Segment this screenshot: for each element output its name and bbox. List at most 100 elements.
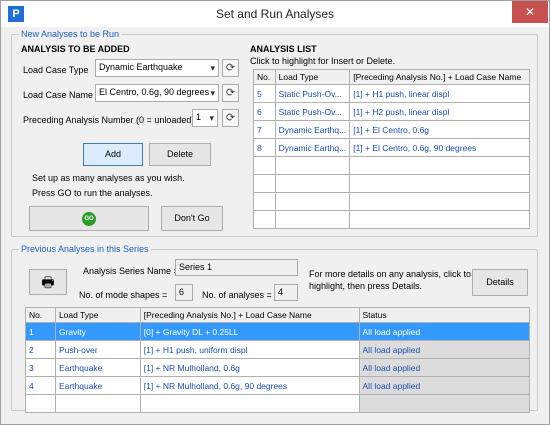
print-button[interactable]: 🖶 bbox=[29, 269, 67, 295]
cell-load-case-name bbox=[349, 192, 530, 211]
go-button[interactable]: GO bbox=[29, 206, 149, 231]
add-button[interactable]: Add bbox=[83, 143, 143, 166]
preceding-select[interactable]: 1 ▾ bbox=[192, 109, 218, 127]
cell-status: All load applied bbox=[358, 358, 531, 377]
cell-no bbox=[253, 210, 276, 229]
column-header-no: No. bbox=[25, 307, 56, 323]
load-case-type-value: Dynamic Earthquake bbox=[99, 62, 183, 72]
series-name-label: Analysis Series Name = bbox=[83, 266, 179, 276]
cell-no: 4 bbox=[25, 376, 56, 395]
table-row[interactable]: 4 Earthquake [1] + NR Mulholland, 0.6g, 90… bbox=[25, 376, 531, 395]
cell-status: All load applied bbox=[358, 340, 531, 359]
cell-load-case-name bbox=[139, 394, 360, 413]
preceding-label: Preceding Analysis Number (0 = unloaded) bbox=[23, 115, 195, 125]
load-case-name-select[interactable]: El Centro, 0.6g, 90 degrees ▾ bbox=[95, 84, 219, 102]
cell-load-type bbox=[274, 210, 351, 229]
series-name-field[interactable]: Series 1 bbox=[175, 259, 298, 276]
cell-load-type bbox=[274, 192, 351, 211]
table-row[interactable]: 7 Dynamic Earthq... [1] + El Centro, 0.6g bbox=[253, 120, 530, 139]
column-header-status: Status bbox=[358, 307, 531, 323]
cell-no: 3 bbox=[25, 358, 56, 377]
cell-no: 7 bbox=[253, 120, 276, 139]
cell-load-case-name: [1] + H2 push, linear displ bbox=[349, 102, 530, 121]
cell-load-case-name bbox=[349, 156, 530, 175]
column-header-no: No. bbox=[253, 69, 276, 85]
details-button[interactable]: Details bbox=[472, 269, 528, 296]
table-row[interactable]: 5 Static Push-Ov... [1] + H1 push, linear … bbox=[253, 84, 530, 103]
table-row[interactable]: 6 Static Push-Ov... [1] + H2 push, linear … bbox=[253, 102, 530, 121]
chevron-down-icon: ▾ bbox=[209, 113, 214, 123]
preceding-value: 1 bbox=[196, 112, 202, 122]
cell-load-type bbox=[54, 394, 141, 413]
cell-no bbox=[253, 192, 276, 211]
cell-load-type: Gravity bbox=[54, 322, 141, 341]
table-row[interactable]: 8 Dynamic Earthq... [1] + El Centro, 0.6g,… bbox=[253, 138, 530, 157]
hint-setup: Set up as many analyses as you wish. bbox=[32, 173, 185, 183]
mode-shapes-label: No. of mode shapes = bbox=[79, 290, 168, 300]
delete-button[interactable]: Delete bbox=[149, 143, 211, 166]
refresh-name-button[interactable]: ⟳ bbox=[222, 84, 239, 102]
details-hint-2: highlight, then press Details. bbox=[309, 281, 423, 291]
load-case-name-value: El Centro, 0.6g, 90 degrees bbox=[99, 87, 210, 97]
window-title: Set and Run Analyses bbox=[215, 7, 335, 21]
cell-load-type bbox=[274, 174, 351, 193]
table-row[interactable] bbox=[253, 192, 530, 211]
table-row[interactable] bbox=[253, 156, 530, 175]
refresh-preceding-button[interactable]: ⟳ bbox=[222, 109, 239, 127]
cell-load-case-name: [1] + El Centro, 0.6g, 90 degrees bbox=[349, 138, 530, 157]
cell-load-case-name bbox=[349, 210, 530, 229]
table-row[interactable]: 2 Push-over [1] + H1 push, uniform displ Al… bbox=[25, 340, 531, 359]
cell-no: 1 bbox=[25, 322, 56, 341]
details-hint-1: For more details on any analysis, click … bbox=[309, 269, 472, 279]
load-case-type-select[interactable]: Dynamic Earthquake ▾ bbox=[95, 59, 219, 77]
column-header-load-type: Load Type bbox=[54, 307, 141, 323]
cell-load-type: Static Push-Ov... bbox=[274, 84, 351, 103]
previous-analyses-title: Previous Analyses in this Series bbox=[19, 244, 151, 254]
analysis-list-table: No. Load Type [Preceding Analysis No.] + L… bbox=[253, 69, 530, 229]
column-header-load-case-name: [Preceding Analysis No.] + Load Case Nam… bbox=[349, 69, 530, 85]
table-row[interactable]: 1 Gravity [0] + Gravity DL + 0.25LL All loa… bbox=[25, 322, 531, 341]
cell-status: All load applied bbox=[358, 322, 531, 341]
printer-icon: 🖶 bbox=[41, 274, 55, 290]
new-analyses-title: New Analyses to be Run bbox=[19, 29, 122, 39]
load-case-name-label: Load Case Name bbox=[23, 90, 94, 100]
cell-load-case-name: [0] + Gravity DL + 0.25LL bbox=[139, 322, 360, 341]
cell-no: 5 bbox=[253, 84, 276, 103]
cell-status bbox=[358, 394, 531, 413]
table-row[interactable] bbox=[253, 174, 530, 193]
previous-analyses-table: No. Load Type [Preceding Analysis No.] + L… bbox=[25, 307, 531, 413]
cell-load-type: Push-over bbox=[54, 340, 141, 359]
analysis-list-heading: ANALYSIS LIST bbox=[250, 44, 317, 54]
refresh-type-button[interactable]: ⟳ bbox=[222, 59, 239, 77]
cell-load-case-name: [1] + H1 push, uniform displ bbox=[139, 340, 360, 359]
analyses-count-label: No. of analyses = bbox=[202, 290, 272, 300]
cell-load-case-name: [1] + El Centro, 0.6g bbox=[349, 120, 530, 139]
cell-load-type: Dynamic Earthq... bbox=[274, 120, 351, 139]
dont-go-button[interactable]: Don't Go bbox=[161, 206, 223, 231]
cell-no bbox=[25, 394, 56, 413]
cell-load-case-name: [1] + NR Mulholland, 0.6g, 90 degrees bbox=[139, 376, 360, 395]
cell-load-type: Earthquake bbox=[54, 376, 141, 395]
analyses-count-field: 4 bbox=[274, 284, 298, 301]
set-and-run-analyses-window: P Set and Run Analyses ✕ New Analyses to… bbox=[0, 0, 550, 425]
cell-no: 2 bbox=[25, 340, 56, 359]
cell-load-type bbox=[274, 156, 351, 175]
chevron-down-icon: ▾ bbox=[210, 88, 215, 98]
analysis-list-hint: Click to highlight for Insert or Delete. bbox=[250, 56, 396, 66]
cell-load-type: Earthquake bbox=[54, 358, 141, 377]
table-row[interactable]: 3 Earthquake [1] + NR Mulholland, 0.6g All … bbox=[25, 358, 531, 377]
cell-no bbox=[253, 156, 276, 175]
chevron-down-icon: ▾ bbox=[210, 63, 215, 73]
table-row[interactable] bbox=[25, 394, 531, 413]
cell-load-type: Static Push-Ov... bbox=[274, 102, 351, 121]
hint-go: Press GO to run the analyses. bbox=[32, 188, 153, 198]
mode-shapes-field: 6 bbox=[175, 284, 193, 301]
table-row[interactable] bbox=[253, 210, 530, 229]
cell-no: 8 bbox=[253, 138, 276, 157]
column-header-load-case-name: [Preceding Analysis No.] + Load Case Nam… bbox=[139, 307, 360, 323]
close-button[interactable]: ✕ bbox=[512, 1, 548, 23]
cell-status: All load applied bbox=[358, 376, 531, 395]
cell-load-case-name: [1] + NR Mulholland, 0.6g bbox=[139, 358, 360, 377]
cell-load-case-name bbox=[349, 174, 530, 193]
cell-load-case-name: [1] + H1 push, linear displ bbox=[349, 84, 530, 103]
